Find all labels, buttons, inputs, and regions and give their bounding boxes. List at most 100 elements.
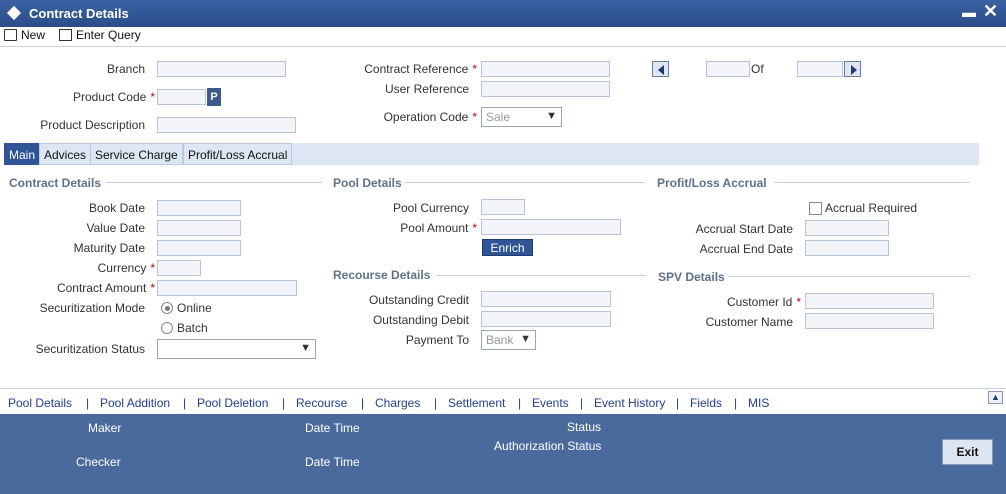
chevron-down-icon: ▼ xyxy=(520,333,531,345)
securitization-status-select[interactable]: ▼ xyxy=(157,339,316,359)
link-pool-details[interactable]: Pool Details xyxy=(8,396,72,410)
close-icon[interactable]: ✕ xyxy=(983,1,998,22)
chevron-down-icon: ▼ xyxy=(300,342,311,354)
enter-query-button[interactable]: Enter Query xyxy=(59,28,141,42)
toolbar: New Enter Query xyxy=(0,27,1006,47)
profit-loss-accrual-section-title: Profit/Loss Accrual xyxy=(657,176,767,190)
previous-record-button[interactable] xyxy=(652,61,669,77)
spv-details-section-title: SPV Details xyxy=(658,270,725,284)
link-separator: | xyxy=(361,396,365,410)
pool-currency-label: Pool Currency xyxy=(392,201,469,215)
product-code-label: Product Code * xyxy=(72,90,155,104)
checker-date-time-label: Date Time xyxy=(305,455,360,469)
customer-id-input[interactable] xyxy=(805,293,934,309)
link-pool-addition[interactable]: Pool Addition xyxy=(100,396,170,410)
section-divider xyxy=(405,182,645,183)
audit-footer: Maker Date Time Status Authorization Sta… xyxy=(0,414,1006,494)
currency-label: Currency * xyxy=(97,261,155,275)
enrich-button[interactable]: Enrich xyxy=(482,239,533,256)
batch-label: Batch xyxy=(177,321,208,335)
payment-to-select[interactable]: Bank ▼ xyxy=(481,330,536,350)
link-charges[interactable]: Charges xyxy=(375,396,420,410)
window-diamond-icon xyxy=(6,5,22,21)
product-code-input[interactable] xyxy=(157,89,206,105)
link-fields[interactable]: Fields xyxy=(690,396,722,410)
operation-code-label: Operation Code * xyxy=(383,110,477,124)
link-separator: | xyxy=(183,396,187,410)
link-separator: | xyxy=(734,396,738,410)
tab-service-charge[interactable]: Service Charge xyxy=(90,143,183,165)
value-date-input[interactable] xyxy=(157,220,241,236)
operation-code-value: Sale xyxy=(486,110,511,124)
customer-name-input[interactable] xyxy=(805,313,934,329)
tab-profit-loss-accrual[interactable]: Profit/Loss Accrual xyxy=(183,143,293,165)
chevron-down-icon: ▼ xyxy=(546,110,557,122)
section-divider xyxy=(774,182,970,183)
total-records-input[interactable] xyxy=(797,61,843,77)
new-label: New xyxy=(21,28,46,42)
currency-input[interactable] xyxy=(157,260,201,276)
minimize-icon[interactable]: ▬ xyxy=(962,4,976,20)
section-divider xyxy=(436,275,646,276)
online-label: Online xyxy=(177,301,212,315)
new-button[interactable]: New xyxy=(4,28,45,42)
payment-to-value: Bank xyxy=(486,333,514,347)
link-recourse[interactable]: Recourse xyxy=(296,396,347,410)
accrual-end-date-input[interactable] xyxy=(805,240,889,256)
accrual-start-date-input[interactable] xyxy=(805,220,889,236)
link-separator: | xyxy=(86,396,90,410)
enter-query-label: Enter Query xyxy=(76,28,141,42)
accrual-required-checkbox[interactable] xyxy=(809,202,822,215)
accrual-end-date-label: Accrual End Date xyxy=(699,242,793,256)
contract-amount-input[interactable] xyxy=(157,280,297,296)
section-divider xyxy=(728,276,970,277)
online-radio[interactable] xyxy=(161,302,173,314)
collapse-up-icon[interactable]: ▲ xyxy=(988,391,1003,404)
maturity-date-input[interactable] xyxy=(157,240,241,256)
book-date-input[interactable] xyxy=(157,200,241,216)
accrual-required-label: Accrual Required xyxy=(825,201,918,215)
customer-id-label: Customer Id * xyxy=(726,295,801,309)
product-description-input[interactable] xyxy=(157,117,296,133)
link-events[interactable]: Events xyxy=(532,396,569,410)
maker-date-time-label: Date Time xyxy=(305,421,360,435)
current-record-input[interactable] xyxy=(706,61,750,77)
authorization-status-label: Authorization Status xyxy=(494,439,602,453)
product-description-label: Product Description xyxy=(40,118,145,132)
customer-name-label: Customer Name xyxy=(705,315,793,329)
book-date-label: Book Date xyxy=(88,201,145,215)
user-reference-label: User Reference xyxy=(384,82,469,96)
checker-label: Checker xyxy=(76,455,121,469)
pool-details-section-title: Pool Details xyxy=(333,176,402,190)
branch-label: Branch xyxy=(106,62,145,76)
enter-query-icon xyxy=(59,29,72,41)
link-separator: | xyxy=(676,396,680,410)
pool-currency-input[interactable] xyxy=(481,199,525,215)
securitization-status-label: Securitization Status xyxy=(35,342,145,356)
tab-main[interactable]: Main xyxy=(4,143,41,165)
exit-button[interactable]: Exit xyxy=(942,439,993,465)
outstanding-credit-input[interactable] xyxy=(481,291,611,307)
batch-radio[interactable] xyxy=(161,322,173,334)
branch-input[interactable] xyxy=(157,61,286,77)
link-event-history[interactable]: Event History xyxy=(594,396,665,410)
contract-amount-label: Contract Amount * xyxy=(56,281,155,295)
link-pool-deletion[interactable]: Pool Deletion xyxy=(197,396,268,410)
link-separator: | xyxy=(518,396,522,410)
tab-advices[interactable]: Advices xyxy=(39,143,92,165)
next-record-button[interactable] xyxy=(844,61,861,77)
operation-code-select[interactable]: Sale ▼ xyxy=(481,107,562,127)
link-mis[interactable]: MIS xyxy=(748,396,769,410)
link-settlement[interactable]: Settlement xyxy=(448,396,505,410)
section-divider xyxy=(106,182,322,183)
window-title: Contract Details xyxy=(29,6,129,21)
window-titlebar: Contract Details ▬ ✕ xyxy=(0,0,1006,27)
pool-amount-input[interactable] xyxy=(481,219,621,235)
outstanding-debit-input[interactable] xyxy=(481,311,611,327)
status-label: Status xyxy=(567,420,602,434)
contract-reference-input[interactable] xyxy=(481,61,610,77)
user-reference-input[interactable] xyxy=(481,81,610,97)
maker-label: Maker xyxy=(88,421,122,435)
product-lov-button[interactable]: P xyxy=(207,88,221,106)
maturity-date-label: Maturity Date xyxy=(73,241,145,255)
